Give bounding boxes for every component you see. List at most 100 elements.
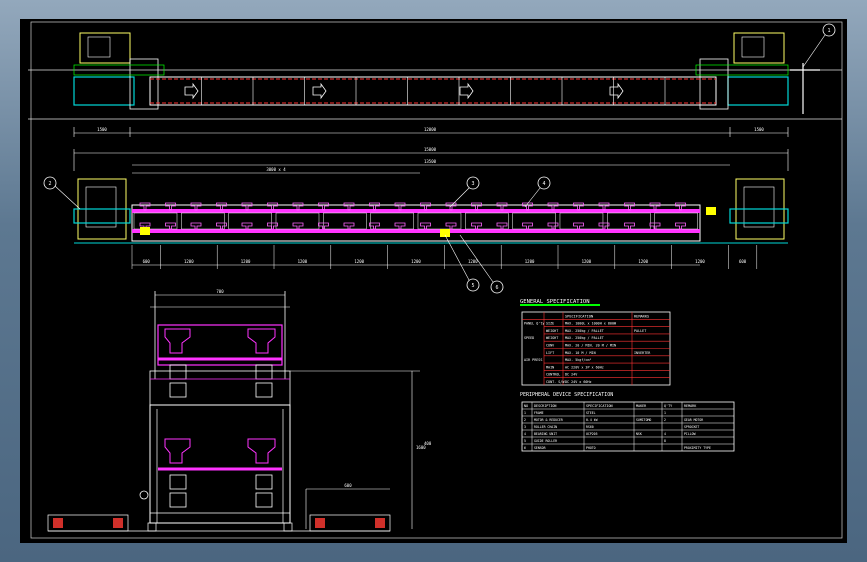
dim-side-9: 1200 (638, 259, 648, 264)
ps-cell: SUMITOMO (636, 418, 651, 422)
ps-cell: GUIDE ROLLER (534, 439, 557, 443)
gs-cell: AC 220V x 3P x 60Hz (565, 365, 604, 369)
ps-cell: FRAME (534, 411, 544, 415)
gs-cell: PALLET (634, 329, 646, 333)
dim-top-1: 1500 (97, 127, 107, 132)
gs-header-3: REMARKS (634, 314, 649, 318)
cad-canvas[interactable]: 1500 12000 1500 15000 13500 3000 x 4 600… (20, 19, 847, 543)
ps-cell: SPROCKET (684, 425, 699, 429)
dim-side-6: 1200 (468, 259, 478, 264)
parts-spec-title: PERIPHERAL DEVICE SPECIFICATION (520, 392, 613, 398)
drawing-sheet: 1500 12000 1500 15000 13500 3000 x 4 600… (20, 19, 847, 543)
dim-section-width: 700 (216, 289, 224, 294)
balloon-4: 4 (542, 181, 545, 187)
gs-cell: CONTROL (546, 373, 560, 377)
sheet-border (30, 21, 843, 539)
flow-arrow-icon (459, 82, 474, 100)
ps-cell: BEARING UNIT (534, 432, 557, 436)
side-view: 15000 13500 3000 x 4 (73, 147, 789, 244)
gs-cell: MAX. 20 / MIN. 20 M / MIN (565, 344, 616, 348)
gs-cell: DC 24V x 60Hz (565, 380, 592, 384)
ps-header-2: SPECIFICATION (586, 404, 613, 408)
ps-cell: 4 (524, 432, 526, 436)
parts-spec-table: PERIPHERAL DEVICE SPECIFICATION NO DESCRI… (520, 392, 735, 452)
ps-cell: 1 (524, 411, 526, 415)
balloon-2: 2 (48, 181, 51, 187)
ps-cell: GEAR MOTOR (684, 418, 703, 422)
gs-header-2: SPECIFICATION (565, 314, 593, 318)
top-view-dims: 1500 12000 1500 (73, 127, 789, 137)
ps-cell: 5 (524, 439, 526, 443)
balloons: 1 2 3 4 5 6 (43, 23, 836, 294)
ps-cell: PROXIMITY TYPE (684, 446, 711, 450)
dim-side-5: 1200 (411, 259, 421, 264)
ps-cell: 3 (524, 425, 526, 429)
dim-overall: 15000 (424, 147, 437, 152)
ps-cell: 6 (524, 446, 526, 450)
gs-cell: DC 24V (565, 373, 577, 377)
dim-top-2: 12000 (424, 127, 437, 132)
gs-cell: INVERTER (634, 351, 651, 355)
ps-cell: 2 (524, 418, 526, 422)
gs-cell: WEIGHT (546, 336, 558, 340)
ps-cell: 8 (664, 439, 666, 443)
section-view: 700 1600 600 400 (47, 289, 432, 532)
ps-cell: NSK (636, 432, 642, 436)
dim-side-2: 1200 (241, 259, 251, 264)
ps-cell: 2 (664, 418, 666, 422)
balloon-1: 1 (827, 28, 830, 34)
balloon-5: 5 (471, 283, 474, 289)
ps-cell: UCP205 (586, 432, 598, 436)
gs-cell: MAX. 250kg / PALLET (565, 336, 604, 340)
ps-cell: PHOTO (586, 446, 596, 450)
dim-side-8: 1200 (582, 259, 592, 264)
dim-sub: 3000 x 4 (266, 167, 286, 172)
ps-cell: SENSOR (534, 446, 546, 450)
flow-arrow-icon (609, 82, 624, 100)
dim-section-side: 600 (344, 483, 352, 488)
gs-cell: MAX. 5kgf/cm² (565, 358, 592, 362)
gs-cell: SPEED (524, 336, 534, 340)
dim-side-4: 1200 (354, 259, 364, 264)
dim-section-small: 400 (424, 441, 432, 446)
ps-header-5: REMARK (684, 404, 697, 408)
ps-header-4: Q'TY (664, 404, 672, 408)
dim-side-1: 1200 (184, 259, 194, 264)
ps-cell: ROLLER CHAIN (534, 425, 557, 429)
balloon-6: 6 (495, 285, 498, 291)
flow-arrow-icon (312, 82, 327, 100)
dim-side-10: 1200 (695, 259, 705, 264)
ps-cell: 1 (664, 411, 666, 415)
dim-side-11: 600 (739, 259, 747, 264)
ps-header-0: NO (524, 404, 528, 408)
gs-cell: CONT. S/W (546, 380, 565, 384)
gs-cell: CONV (546, 344, 554, 348)
dim-side-3: 1200 (298, 259, 308, 264)
ps-header-3: MAKER (636, 404, 647, 408)
ps-cell: 0.4 kW (586, 418, 598, 422)
balloon-3: 3 (471, 181, 474, 187)
gs-cell: SIZE (546, 322, 554, 326)
ps-cell: RS60 (586, 425, 594, 429)
dim-side-0: 600 (143, 259, 151, 264)
dim-top-3: 1500 (754, 127, 764, 132)
ps-cell: STEEL (586, 411, 596, 415)
gs-cell: MAX. 1000L x 1000H x 800W (565, 322, 617, 326)
gs-cell: AIR PRESS (524, 358, 542, 362)
ps-header-1: DESCRIPTION (534, 404, 556, 408)
dim-side-7: 1200 (525, 259, 535, 264)
gs-cell: MAX. 250kg / PALLET (565, 329, 604, 333)
side-view-dims: 600 1200 1200 1200 1200 1200 1200 1200 1200 1200 1… (131, 245, 758, 269)
ps-cell: 4 (664, 432, 666, 436)
gs-cell: MAX. 10 M / MIN (565, 351, 596, 355)
gs-cell: PANEL Q'ty (524, 322, 544, 326)
ps-cell: MOTOR & REDUCER (534, 418, 563, 422)
gs-cell: MAIN (546, 365, 554, 369)
dim-inner: 13500 (424, 159, 437, 164)
flow-arrow-icon (184, 82, 199, 100)
gs-cell: LIFT (546, 351, 554, 355)
ps-cell: PILLOW (684, 432, 696, 436)
gs-cell: WEIGHT (546, 329, 558, 333)
general-spec-table: GENERAL SPECIFICATION SPECIFICATION REMAR… (520, 299, 671, 386)
top-view (28, 32, 842, 120)
